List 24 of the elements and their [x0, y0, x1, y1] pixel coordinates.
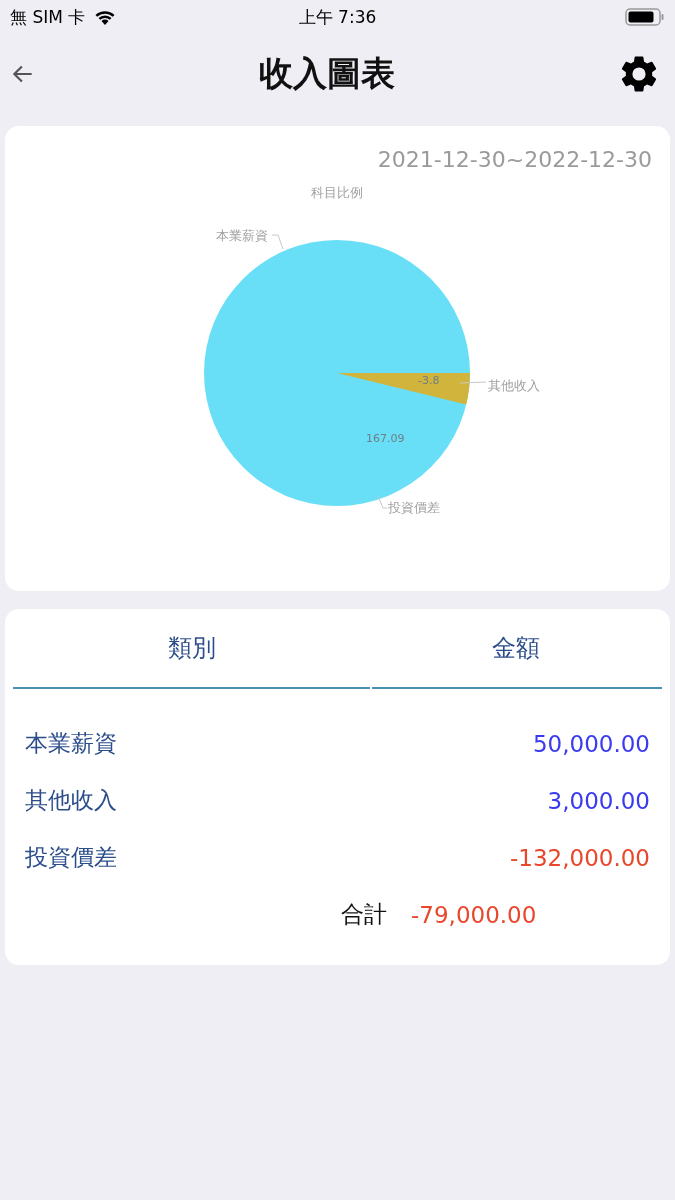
value-label: -3.8 [418, 374, 440, 387]
date-range: 2021-12-30~2022-12-30 [376, 146, 653, 174]
amount-value: 3,000.00 [547, 787, 650, 814]
category-label: 本業薪資 [25, 729, 117, 758]
carrier-label: 無 SIM 卡 [10, 5, 86, 29]
value-label: 167.09 [366, 432, 405, 445]
leader-line [459, 381, 487, 384]
chart-title: 科目比例 [311, 185, 363, 200]
slice-label: 本業薪資 [216, 228, 268, 243]
battery-icon [625, 7, 665, 27]
status-time: 上午 7:36 [298, 5, 377, 29]
leader-line [377, 495, 388, 509]
amount-value: -132,000.00 [510, 844, 650, 871]
column-header: 金額 [492, 633, 540, 664]
page-title: 收入圖表 [257, 52, 396, 95]
category-label: 其他收入 [25, 786, 117, 815]
total-label: 合計 [341, 900, 387, 929]
total-amount: -79,000.00 [411, 901, 537, 928]
amount-value: 50,000.00 [532, 730, 650, 757]
slice-label: 投資價差 [388, 500, 440, 515]
column-header: 類別 [167, 633, 216, 664]
category-label: 投資價差 [25, 843, 117, 872]
slice-label: 其他收入 [488, 378, 540, 393]
leader-line [271, 234, 284, 250]
